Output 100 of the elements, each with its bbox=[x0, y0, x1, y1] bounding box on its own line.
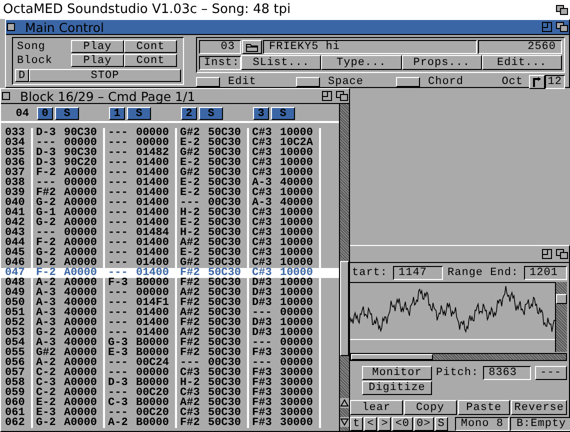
pattern-row[interactable]: 049 A-3 40000 --- 00000 A#2 50C30 D#3 10000 bbox=[1, 288, 339, 298]
down-arrow-icon[interactable] bbox=[340, 417, 349, 427]
track-solo-button[interactable]: S bbox=[271, 107, 295, 120]
play-button[interactable]: Play bbox=[71, 54, 124, 67]
pattern-row[interactable]: 041 G-1 A0000 --- 01400 H-2 50C30 C#3 10000 bbox=[1, 208, 339, 218]
sample-tool-button[interactable]: S bbox=[434, 417, 448, 431]
continue-button[interactable]: Cont bbox=[124, 40, 177, 53]
depth-icon[interactable] bbox=[556, 4, 568, 14]
pattern-row[interactable]: 059 C-2 A0000 --- 00C20 C#3 50C30 F#3 30000 bbox=[1, 388, 339, 398]
instrument-menu-button[interactable]: Edit... bbox=[482, 55, 562, 70]
instrument-menu-button[interactable]: Props... bbox=[402, 55, 482, 70]
scroll-thumb[interactable] bbox=[351, 354, 433, 360]
track-number[interactable]: 2 bbox=[181, 107, 197, 120]
command-cell: 40000 bbox=[64, 308, 97, 318]
track-number[interactable]: 1 bbox=[109, 107, 125, 120]
pattern-row[interactable]: 047 F-2 A0000 --- 01400 F#2 50C30 C#3 10000 bbox=[1, 268, 339, 278]
sample-edit-button[interactable]: Reverse bbox=[511, 400, 568, 415]
scrollbar[interactable] bbox=[339, 104, 349, 431]
pattern-row[interactable]: 060 E-2 A0000 C-3 B0000 A#2 50C30 F#3 30000 bbox=[1, 398, 339, 408]
depth-icon[interactable] bbox=[336, 91, 348, 101]
pattern-row[interactable]: 054 A-3 40000 G-3 B0000 F#2 50C30 --- 00000 bbox=[1, 338, 339, 348]
sample-tool-button[interactable]: t bbox=[350, 417, 364, 431]
scrollbar[interactable] bbox=[555, 282, 567, 352]
toggle-indicator[interactable] bbox=[296, 77, 320, 87]
track-solo-button[interactable]: S bbox=[55, 107, 79, 120]
pattern-row[interactable]: 062 G-2 A0000 A-2 B0000 F#2 50C30 F#3 30000 bbox=[1, 418, 339, 428]
pattern-row[interactable]: 034 --- 00000 --- 00000 E-2 50C30 C#3 10C2A bbox=[1, 138, 339, 148]
note-cell: F#3 bbox=[252, 408, 272, 418]
pitch-field[interactable]: 8363 bbox=[482, 366, 531, 380]
digitize-button[interactable]: Digitize bbox=[362, 381, 432, 395]
note-cell: G-1 bbox=[36, 208, 56, 218]
toggle-indicator[interactable] bbox=[396, 77, 420, 87]
zoom-icon[interactable] bbox=[542, 248, 552, 259]
instrument-menu-button[interactable]: SList... bbox=[241, 55, 322, 70]
pattern-row[interactable]: 050 A-3 40000 --- 014F1 F#2 50C30 D#3 10000 bbox=[1, 298, 339, 308]
close-icon[interactable] bbox=[7, 23, 15, 31]
command-cell: A0000 bbox=[64, 168, 97, 178]
sample-tool-button[interactable]: > bbox=[378, 417, 392, 431]
octave-cycle-button[interactable] bbox=[529, 75, 545, 89]
instrument-name-field[interactable]: FRIEKY5 hi bbox=[263, 40, 477, 54]
depth-icon[interactable] bbox=[556, 248, 568, 259]
sample-tool-button[interactable]: < bbox=[364, 417, 378, 431]
pattern-row[interactable]: 044 F-2 A0000 --- 01400 A#2 50C30 C#3 10000 bbox=[1, 238, 339, 248]
track-solo-button[interactable]: S bbox=[127, 107, 151, 120]
command-cell: 00000 bbox=[280, 358, 313, 368]
scroll-thumb[interactable] bbox=[340, 261, 349, 356]
scrollbar[interactable] bbox=[350, 353, 567, 361]
up-arrow-icon[interactable] bbox=[340, 398, 349, 408]
sample-tool-button[interactable]: 0> bbox=[414, 417, 434, 431]
sample-edit-button[interactable]: Paste bbox=[458, 400, 510, 415]
zoom-icon[interactable] bbox=[322, 91, 332, 101]
sample-edit-button[interactable]: lear bbox=[350, 400, 403, 415]
close-icon[interactable] bbox=[2, 92, 10, 100]
pattern-row[interactable]: 056 A-2 A0000 --- 00C24 --- 00C30 --- 00000 bbox=[1, 358, 339, 368]
pattern-row[interactable]: 061 E-3 A0000 --- 00C20 C#3 50C30 F#3 30000 bbox=[1, 408, 339, 418]
track-solo-button[interactable]: S bbox=[199, 107, 223, 120]
waveform-drawing[interactable] bbox=[350, 282, 555, 340]
pattern-row[interactable]: 040 G-2 A0000 --- 01400 --- 00C30 A-3 40000 bbox=[1, 198, 339, 208]
line-number: 054 bbox=[1, 338, 33, 348]
stop-button[interactable]: STOP bbox=[29, 69, 181, 82]
pattern-row[interactable]: 052 A-3 A0000 --- 01400 F#2 50C30 D#3 10000 bbox=[1, 318, 339, 328]
sample-edit-button[interactable]: Copy bbox=[404, 400, 457, 415]
pattern-row[interactable]: 043 --- 00000 --- 01484 H-2 50C30 C#3 10000 bbox=[1, 228, 339, 238]
d-button[interactable]: D bbox=[15, 69, 29, 82]
note-cell: C#3 bbox=[252, 168, 272, 178]
track-number[interactable]: 3 bbox=[253, 107, 269, 120]
pattern-row[interactable]: 038 --- 00000 --- 01400 E-2 50C30 A-3 40000 bbox=[1, 178, 339, 188]
monitor-button[interactable]: Monitor bbox=[362, 366, 432, 380]
instrument-menu-button[interactable]: Type... bbox=[321, 55, 402, 70]
instrument-number-field[interactable]: 03 bbox=[199, 40, 241, 54]
pattern-row[interactable]: 048 A-2 A0000 F-3 B0000 F#2 50C30 D#3 10000 bbox=[1, 278, 339, 288]
pattern-row[interactable]: 035 D-3 90C30 --- 01482 G#2 50C30 C#3 10000 bbox=[1, 148, 339, 158]
pattern-row[interactable]: 039 F#2 A0000 --- 01400 E-2 50C30 C#3 10000 bbox=[1, 188, 339, 198]
pattern-row[interactable]: 057 C-2 A0000 --- 00000 C#3 50C30 F#3 30000 bbox=[1, 368, 339, 378]
pattern-row[interactable]: 055 G#2 A0000 E-3 B0000 F#2 50C30 F#3 30000 bbox=[1, 348, 339, 358]
pitch-button[interactable]: --- bbox=[534, 366, 567, 380]
pattern-row[interactable]: 042 G-2 A0000 --- 01400 E-2 50C30 C#3 10000 bbox=[1, 218, 339, 228]
pattern-row[interactable]: 037 F-2 A0000 --- 01400 G#2 50C30 C#3 10000 bbox=[1, 168, 339, 178]
sample-tool-button[interactable]: <0 bbox=[392, 417, 413, 431]
range-start-field[interactable]: 1147 bbox=[392, 266, 443, 280]
pattern-row[interactable]: 045 G-2 A0000 --- 01400 E-2 50C30 C#3 10000 bbox=[1, 248, 339, 258]
pattern-row[interactable]: 036 D-3 90C20 --- 01400 E-2 50C30 C#3 10000 bbox=[1, 158, 339, 168]
toggle-indicator[interactable] bbox=[196, 77, 220, 87]
pattern-row[interactable]: 053 G-2 A0000 --- 01400 A#2 50C30 D#3 10000 bbox=[1, 328, 339, 338]
pattern-row[interactable]: 033 D-3 90C30 --- 00000 G#2 50C30 C#3 10000 bbox=[1, 128, 339, 138]
note-cell: E-2 bbox=[180, 218, 200, 228]
depth-icon[interactable] bbox=[556, 22, 568, 32]
pattern-row[interactable]: 051 A-3 40000 --- 01400 A#2 50C30 --- 00000 bbox=[1, 308, 339, 318]
range-end-field[interactable]: 1201 bbox=[524, 266, 567, 280]
pattern-row[interactable]: 058 C-3 A0000 D-3 B0000 H-2 50C30 F#3 30000 bbox=[1, 378, 339, 388]
scroll-thumb[interactable] bbox=[556, 294, 567, 304]
continue-button[interactable]: Cont bbox=[124, 54, 177, 67]
window-title-bar[interactable]: Block 16/29 – Cmd Page 1/1 bbox=[1, 89, 349, 104]
octave-field[interactable]: 12 bbox=[545, 75, 565, 89]
window-title-bar[interactable]: Main Control bbox=[6, 20, 569, 35]
note-cell: C#3 bbox=[252, 158, 272, 168]
play-button[interactable]: Play bbox=[71, 40, 124, 53]
window-title-bar[interactable] bbox=[350, 246, 569, 263]
track-number[interactable]: 0 bbox=[37, 107, 53, 120]
load-button[interactable] bbox=[242, 40, 262, 54]
